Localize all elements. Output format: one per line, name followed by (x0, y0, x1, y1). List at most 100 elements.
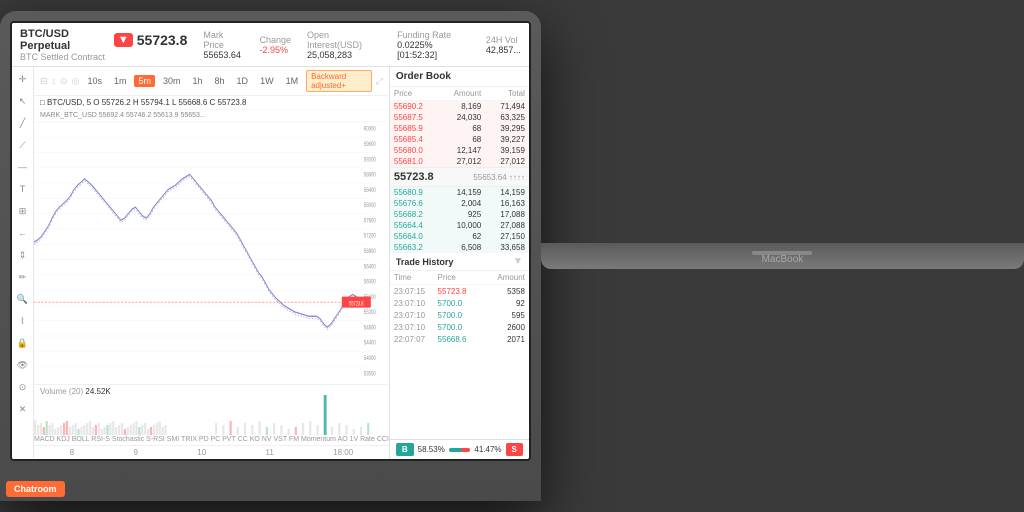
ask-row-3: 55685.4 68 39,227 (390, 134, 529, 145)
ruler-icon[interactable]: ⇕ (15, 247, 31, 263)
order-book-header: Order Book (390, 67, 529, 87)
volume-bar: Volume (20) 24.52K (34, 384, 389, 434)
mark-info: MARK_BTC_USD 55692.4 55746.2 55613.9 556… (40, 112, 206, 119)
svg-text:53500: 53500 (364, 371, 376, 378)
ask-row-2: 55685.9 68 39,295 (390, 123, 529, 134)
chart-info-bar: □ BTC/USD, 5 O 55726.2 H 55794.1 L 55668… (34, 96, 389, 110)
backward-adjusted-btn[interactable]: Backward adjusted+ (306, 70, 372, 92)
bid-row-3: 55664.4 10,000 27,088 (390, 220, 529, 231)
svg-text:54000: 54000 (364, 355, 376, 362)
eye-icon[interactable]: 👁 (15, 357, 31, 373)
svg-text:60000: 60000 (364, 126, 376, 133)
chart-canvas: 60000 59600 59200 58800 58400 58000 5760… (34, 122, 389, 384)
text-icon[interactable]: T (15, 181, 31, 197)
time-1m[interactable]: 1m (110, 75, 131, 87)
time-1m-cap[interactable]: 1M (282, 75, 303, 87)
time-1d[interactable]: 1D (233, 75, 253, 87)
th-row-3: 23:07:10 5700.0 2600 (390, 321, 529, 333)
screen-content: BTC/USD Perpetual ▼ 55723.8 BTC Settled … (12, 23, 529, 459)
arrow-icon[interactable]: ← (15, 225, 31, 241)
fib-icon[interactable]: ⊞ (15, 203, 31, 219)
bid-row-0: 55680.9 14,159 14,159 (390, 187, 529, 198)
svg-text:56800: 56800 (364, 248, 376, 255)
time-8h[interactable]: 8h (211, 75, 229, 87)
symbol-name: BTC/USD Perpetual ▼ 55723.8 (20, 28, 187, 52)
pencil-icon[interactable]: ✏ (15, 269, 31, 285)
funding-rate-stat: Funding Rate 0.0225% [01:52:32] (397, 30, 470, 60)
time-1h[interactable]: 1h (189, 75, 207, 87)
svg-text:58400: 58400 (364, 187, 376, 194)
search-icon[interactable]: 🔍 (15, 291, 31, 307)
x-axis: 8 9 10 11 18:00 (34, 445, 389, 459)
bid-ask-slider[interactable] (449, 448, 471, 452)
svg-text:58000: 58000 (364, 202, 376, 209)
time-1w[interactable]: 1W (256, 75, 278, 87)
right-panel: Order Book Price Amount Total 55690.2 8,… (389, 67, 529, 459)
bid-pct: 58.53% (418, 445, 445, 454)
vol-stat: 24H Vol 42,857... (486, 35, 521, 55)
price-badge: ▼ (114, 33, 133, 47)
symbol-section: BTC/USD Perpetual ▼ 55723.8 BTC Settled … (20, 28, 187, 62)
current-price-row: 55723.8 55653.64 ↑↑↑↑ (390, 167, 529, 187)
main-area: ✛ ↖ ╱ ⟋ — T ⊞ ← ⇕ ✏ 🔍 ⌇ 🔒 👁 ⊙ ✕ (12, 67, 529, 459)
th-col-headers: Time Price Amount (390, 271, 529, 285)
svg-text:58800: 58800 (364, 172, 376, 179)
symbol-subtitle: BTC Settled Contract (20, 52, 187, 62)
svg-text:55200: 55200 (364, 309, 376, 316)
ob-col-headers: Price Amount Total (390, 87, 529, 101)
last-price: 55723.8 (137, 32, 188, 48)
open-interest-stat: Open Interest(USD) 25,058,283 (307, 30, 381, 60)
ask-row-0: 55690.2 8,169 71,494 (390, 101, 529, 112)
svg-text:59200: 59200 (364, 157, 376, 164)
tag-icon[interactable]: ⊙ (15, 379, 31, 395)
laptop-base: MacBook (541, 243, 1024, 269)
bottom-bar: B 58.53% 41.47% S (390, 439, 529, 459)
th-row-0: 23:07:15 55723.8 5358 (390, 285, 529, 297)
svg-text:59600: 59600 (364, 141, 376, 148)
macbook-label: MacBook (762, 254, 804, 265)
bid-row-2: 55668.2 925 17,088 (390, 209, 529, 220)
svg-text:55723.8: 55723.8 (349, 301, 363, 308)
ask-label: S (506, 443, 523, 456)
crosshair-icon[interactable]: ✛ (15, 71, 31, 87)
chart-toolbar: ⊟ ↕ ⊙ ◎ 10s 1m 5m 30m 1h 8h 1D 1W 1M Bac… (34, 67, 389, 96)
ask-row-5: 55681.0 27,012 27,012 (390, 156, 529, 167)
trend-icon[interactable]: ╱ (15, 115, 31, 131)
time-10s[interactable]: 10s (83, 75, 106, 87)
ask-row-1: 55687.5 24,030 63,325 (390, 112, 529, 123)
ask-row-4: 55680.0 12,147 39,159 (390, 145, 529, 156)
bid-row-1: 55676.6 2,004 16,163 (390, 198, 529, 209)
horizontal-icon[interactable]: — (15, 159, 31, 175)
bid-row-5: 55663.2 6,508 33,658 (390, 242, 529, 253)
lock-icon[interactable]: 🔒 (15, 335, 31, 351)
delete-icon[interactable]: ✕ (15, 401, 31, 417)
trend2-icon[interactable]: ⟋ (15, 137, 31, 153)
th-row-4: 22:07:07 55668.6 2071 (390, 333, 529, 345)
price-chart-svg: 60000 59600 59200 58800 58400 58000 5760… (34, 122, 389, 384)
svg-text:54400: 54400 (364, 340, 376, 347)
ask-pct: 41.47% (474, 445, 501, 454)
laptop-screen: BTC/USD Perpetual ▼ 55723.8 BTC Settled … (10, 21, 531, 461)
bid-row-4: 55664.0 62 27,150 (390, 231, 529, 242)
left-toolbar: ✛ ↖ ╱ ⟋ — T ⊞ ← ⇕ ✏ 🔍 ⌇ 🔒 👁 ⊙ ✕ (12, 67, 34, 459)
volume-label: Volume (20) 24.52K (40, 387, 111, 396)
time-5m[interactable]: 5m (134, 75, 155, 87)
magnet-icon[interactable]: ⌇ (15, 313, 31, 329)
cursor-icon[interactable]: ↖ (15, 93, 31, 109)
svg-text:57200: 57200 (364, 233, 376, 240)
svg-text:57600: 57600 (364, 218, 376, 225)
mark-price-stat: Mark Price 55653.64 (203, 30, 243, 60)
svg-text:54800: 54800 (364, 325, 376, 332)
chart-area: ⊟ ↕ ⊙ ◎ 10s 1m 5m 30m 1h 8h 1D 1W 1M Bac… (34, 67, 389, 459)
top-header: BTC/USD Perpetual ▼ 55723.8 BTC Settled … (12, 23, 529, 67)
bid-label: B (396, 443, 414, 456)
time-30m[interactable]: 30m (159, 75, 185, 87)
svg-text:56000: 56000 (364, 279, 376, 286)
ohlc-info: □ BTC/USD, 5 O 55726.2 H 55794.1 L 55668… (40, 98, 246, 107)
indicator-bar: MACD KDJ BOLL RSI-S Stochastic S-RSI SMI… (34, 434, 389, 445)
laptop-frame: BTC/USD Perpetual ▼ 55723.8 BTC Settled … (0, 11, 541, 501)
trade-history-header: Trade History ▼ (390, 253, 529, 271)
change-stat: Change -2.95% (259, 35, 291, 55)
chevron-down-icon[interactable]: ▼ (513, 256, 523, 267)
svg-text:56400: 56400 (364, 264, 376, 271)
